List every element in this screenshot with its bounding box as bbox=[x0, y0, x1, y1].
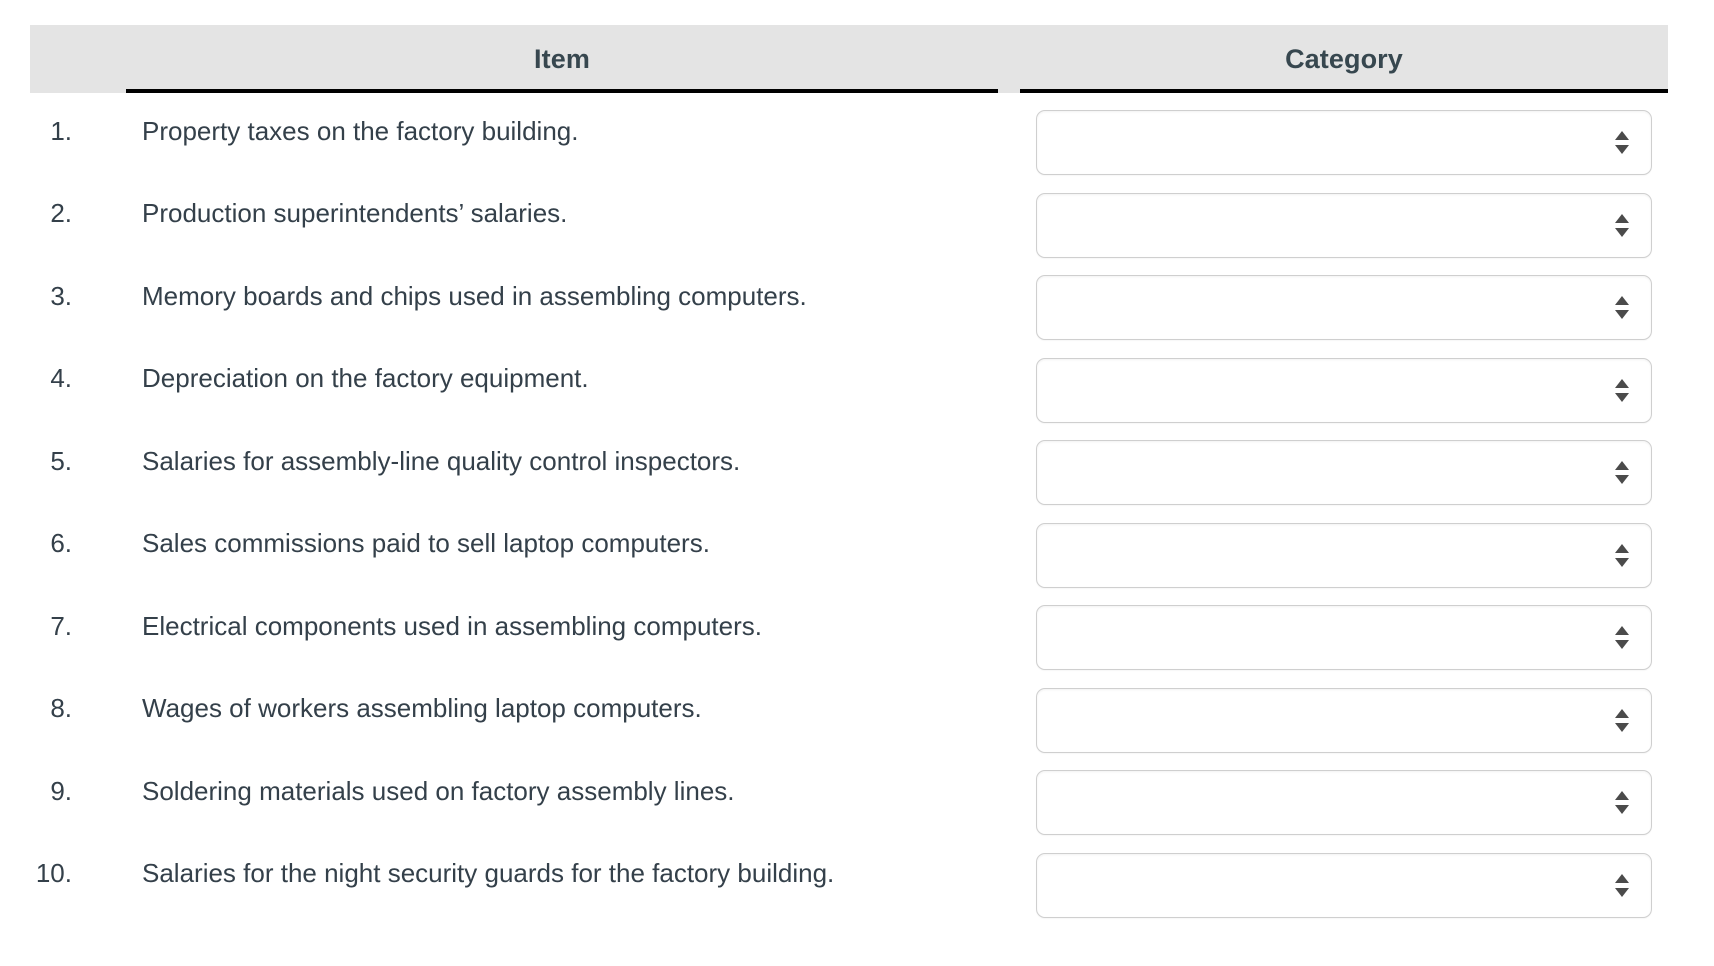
row-number: 6. bbox=[50, 528, 72, 558]
table-row: 9. Soldering materials used on factory a… bbox=[0, 757, 1714, 840]
row-number: 3. bbox=[50, 280, 72, 311]
category-select[interactable] bbox=[1036, 852, 1652, 918]
row-number: 4. bbox=[50, 363, 72, 393]
table-row: 6. Sales commissions paid to sell laptop… bbox=[0, 510, 1714, 593]
category-select-value bbox=[1050, 605, 1592, 670]
row-item-text: Sales commissions paid to sell laptop co… bbox=[142, 528, 710, 558]
row-number: 10. bbox=[35, 858, 72, 888]
category-select[interactable] bbox=[1036, 110, 1652, 175]
category-select[interactable] bbox=[1036, 440, 1652, 505]
table-row: 1. Property taxes on the factory buildin… bbox=[0, 97, 1714, 180]
category-select[interactable] bbox=[1036, 522, 1652, 588]
header-rule-item bbox=[126, 89, 998, 93]
category-select-value bbox=[1050, 770, 1592, 835]
row-item-text: Electrical components used in assembling… bbox=[142, 610, 762, 641]
category-select-value bbox=[1050, 440, 1592, 505]
table-row: 7. Electrical components used in assembl… bbox=[0, 592, 1714, 675]
category-select[interactable] bbox=[1036, 192, 1652, 258]
category-select[interactable] bbox=[1036, 275, 1652, 340]
row-item-text: Wages of workers assembling laptop compu… bbox=[142, 693, 702, 723]
row-item-text: Depreciation on the factory equipment. bbox=[142, 363, 589, 393]
category-select[interactable] bbox=[1036, 687, 1652, 753]
category-select[interactable] bbox=[1036, 770, 1652, 835]
row-number: 2. bbox=[50, 198, 72, 228]
row-item-text: Salaries for assembly-line quality contr… bbox=[142, 445, 741, 476]
row-number: 5. bbox=[50, 445, 72, 476]
question-table-page: Item Category 1. Property taxes on the f… bbox=[0, 0, 1714, 966]
category-select-value bbox=[1050, 110, 1592, 175]
column-header-item: Item bbox=[534, 43, 590, 74]
row-number: 8. bbox=[50, 693, 72, 723]
row-number: 7. bbox=[50, 610, 72, 641]
table-header: Item Category bbox=[30, 25, 1668, 93]
row-item-text: Salaries for the night security guards f… bbox=[142, 858, 835, 888]
table-row: 10. Salaries for the night security guar… bbox=[0, 840, 1714, 923]
table-row: 3. Memory boards and chips used in assem… bbox=[0, 262, 1714, 345]
row-item-text: Soldering materials used on factory asse… bbox=[142, 775, 735, 806]
category-select-value bbox=[1050, 523, 1592, 588]
category-select[interactable] bbox=[1036, 357, 1652, 423]
table-row: 4. Depreciation on the factory equipment… bbox=[0, 345, 1714, 428]
table-row: 8. Wages of workers assembling laptop co… bbox=[0, 675, 1714, 758]
table-row: 2. Production superintendents’ salaries. bbox=[0, 180, 1714, 263]
header-rule-category bbox=[1020, 89, 1668, 93]
category-select-value bbox=[1050, 688, 1592, 753]
row-number: 1. bbox=[50, 115, 72, 146]
row-item-text: Memory boards and chips used in assembli… bbox=[142, 280, 807, 311]
category-select-value bbox=[1050, 358, 1592, 423]
table-body: 1. Property taxes on the factory buildin… bbox=[0, 97, 1714, 922]
row-item-text: Production superintendents’ salaries. bbox=[142, 198, 568, 228]
category-select-value bbox=[1050, 275, 1592, 340]
table-row: 5. Salaries for assembly-line quality co… bbox=[0, 427, 1714, 510]
category-select-value bbox=[1050, 853, 1592, 918]
category-select-value bbox=[1050, 193, 1592, 258]
row-number: 9. bbox=[50, 775, 72, 806]
row-item-text: Property taxes on the factory building. bbox=[142, 115, 579, 146]
column-header-category: Category bbox=[1285, 43, 1403, 74]
category-select[interactable] bbox=[1036, 605, 1652, 670]
